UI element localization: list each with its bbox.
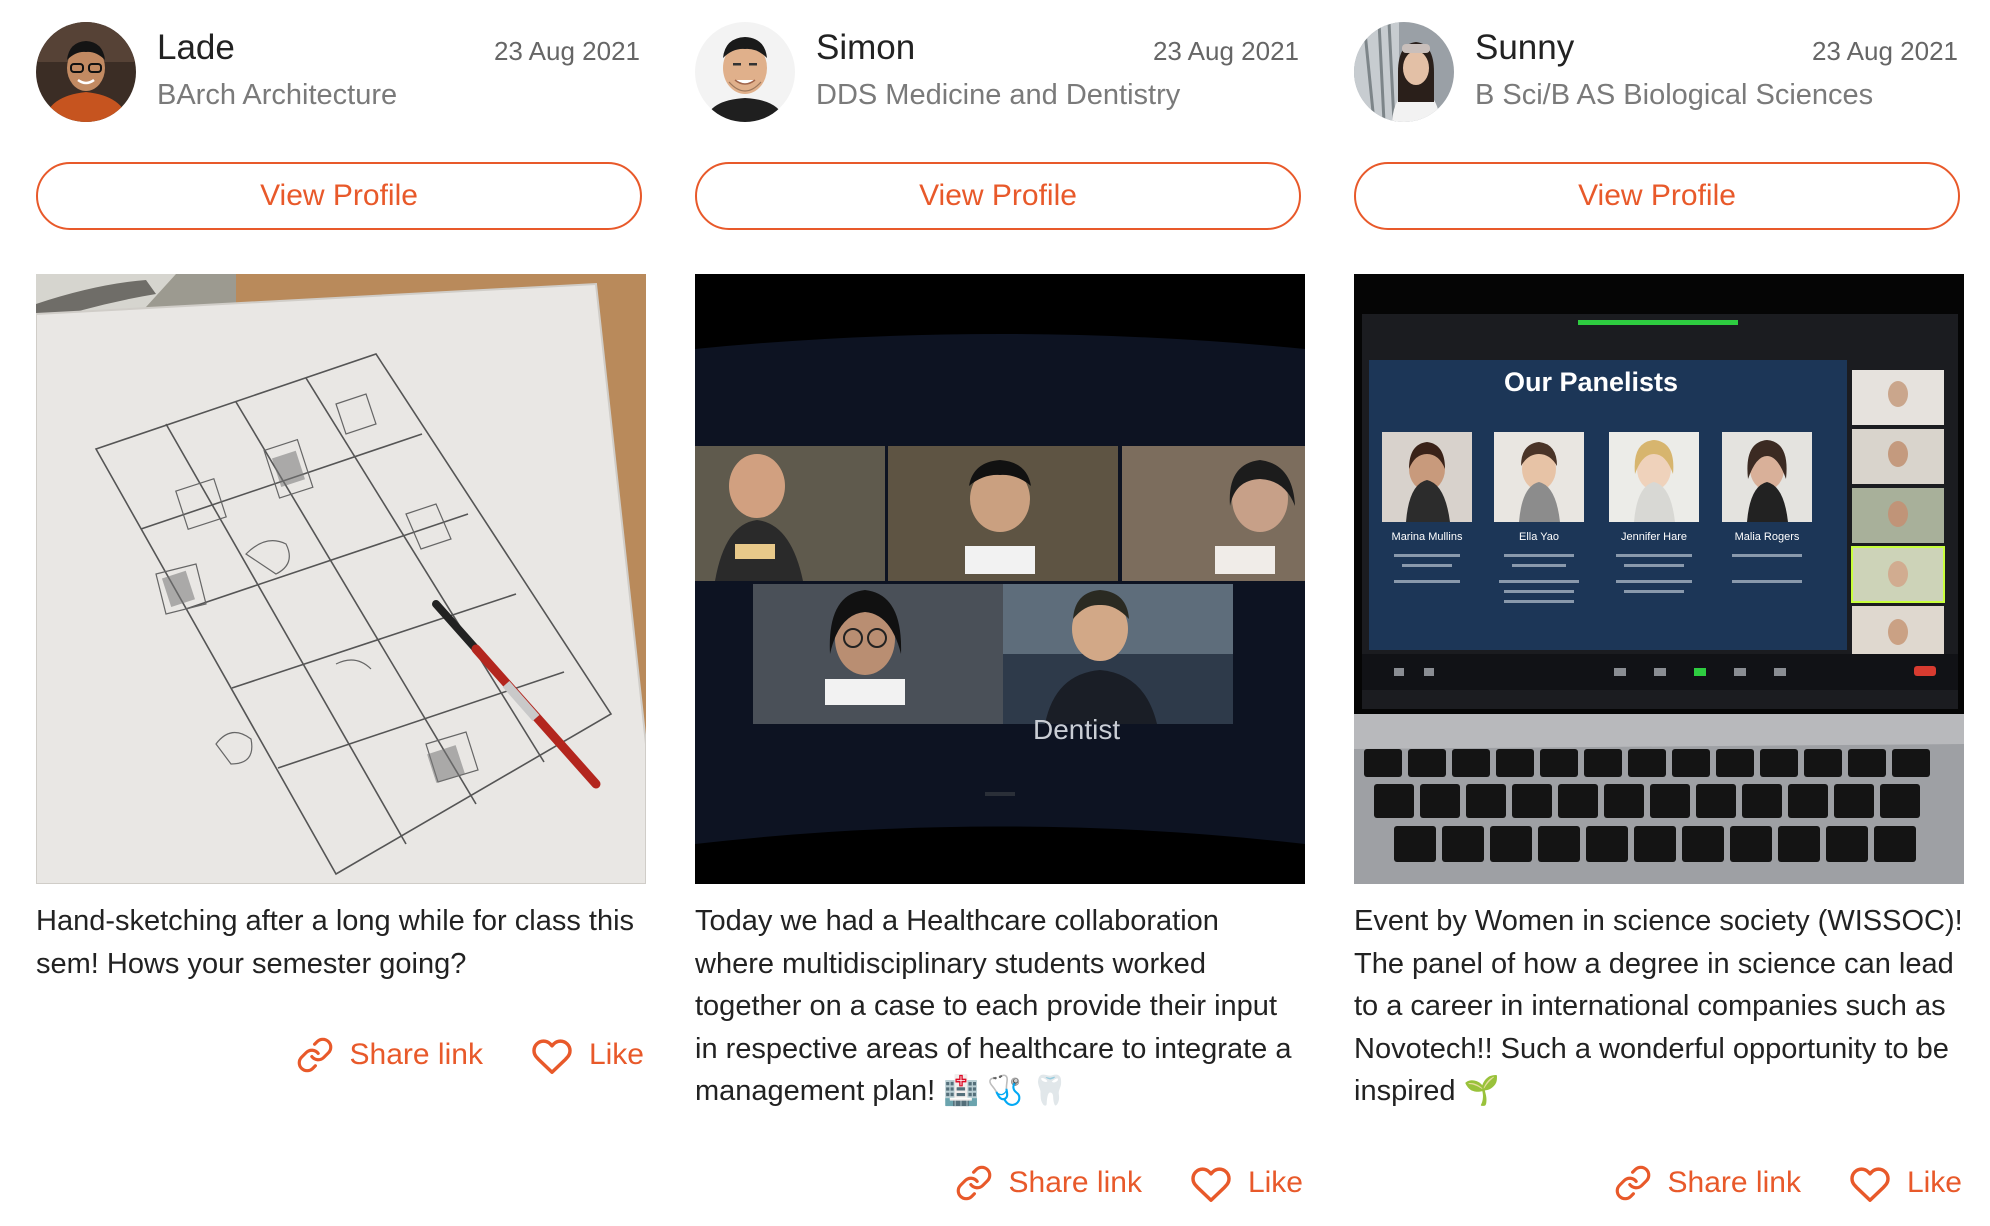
panelist-name: Marina Mullins	[1392, 531, 1463, 543]
feed-card: Sunny 23 Aug 2021 B Sci/B AS Biological …	[1354, 0, 1964, 1226]
slide-title: Our Panelists	[1504, 367, 1678, 397]
view-profile-button[interactable]: View Profile	[36, 162, 642, 230]
post-caption: Event by Women in science society (WISSO…	[1354, 905, 1963, 1107]
share-link-button[interactable]: Share link	[1614, 1164, 1801, 1202]
post-actions: Share link Like	[296, 1030, 644, 1080]
link-icon	[1614, 1164, 1652, 1202]
view-profile-button[interactable]: View Profile	[695, 162, 1301, 230]
post-actions: Share link Like	[955, 1158, 1303, 1208]
avatar[interactable]	[1354, 22, 1454, 122]
feed-card: Simon 23 Aug 2021 DDS Medicine and Denti…	[695, 0, 1305, 1226]
like-label: Like	[1906, 1166, 1962, 1199]
post-caption: Hand-sketching after a long while for cl…	[36, 905, 635, 980]
share-link-button[interactable]: Share link	[296, 1036, 483, 1074]
heart-icon	[1849, 1164, 1891, 1202]
photo-overlay-text: Dentist	[1033, 714, 1120, 745]
share-link-label: Share link	[349, 1038, 483, 1071]
post-caption: Today we had a Healthcare collaboration …	[695, 905, 1292, 1107]
panelist-name: Ella Yao	[1519, 531, 1559, 543]
post-date: 23 Aug 2021	[1152, 36, 1299, 66]
heart-icon	[1190, 1164, 1232, 1202]
like-button[interactable]: Like	[531, 1036, 644, 1074]
post-date: 23 Aug 2021	[493, 36, 640, 66]
like-button[interactable]: Like	[1849, 1164, 1962, 1202]
author-name: Sunny	[1475, 28, 1575, 67]
author-course: B Sci/B AS Biological Sciences	[1475, 79, 1874, 111]
panelist-name: Jennifer Hare	[1621, 531, 1687, 543]
post-photo[interactable]: Dentist	[695, 274, 1305, 884]
feed-card: Lade 23 Aug 2021 BArch Architecture View…	[36, 0, 646, 1226]
heart-icon	[531, 1036, 573, 1074]
view-profile-button[interactable]: View Profile	[1354, 162, 1960, 230]
author-name: Lade	[157, 28, 235, 67]
author-course: BArch Architecture	[157, 79, 398, 111]
like-label: Like	[1247, 1166, 1303, 1199]
post-photo[interactable]	[36, 274, 646, 884]
share-link-button[interactable]: Share link	[955, 1164, 1142, 1202]
link-icon	[955, 1164, 993, 1202]
profile-feed: Lade 23 Aug 2021 BArch Architecture View…	[0, 0, 1990, 1226]
author-course: DDS Medicine and Dentistry	[816, 79, 1181, 111]
like-label: Like	[588, 1038, 644, 1071]
link-icon	[296, 1036, 334, 1074]
post-actions: Share link Like	[1614, 1158, 1962, 1208]
avatar[interactable]	[36, 22, 136, 122]
avatar[interactable]	[695, 22, 795, 122]
share-link-label: Share link	[1667, 1166, 1801, 1199]
post-date: 23 Aug 2021	[1811, 36, 1958, 66]
like-button[interactable]: Like	[1190, 1164, 1303, 1202]
share-link-label: Share link	[1008, 1166, 1142, 1199]
author-name: Simon	[816, 28, 916, 67]
post-photo[interactable]: Our Panelists Marina Mullins Ella Yao Je…	[1354, 274, 1964, 884]
panelist-name: Malia Rogers	[1735, 531, 1800, 543]
